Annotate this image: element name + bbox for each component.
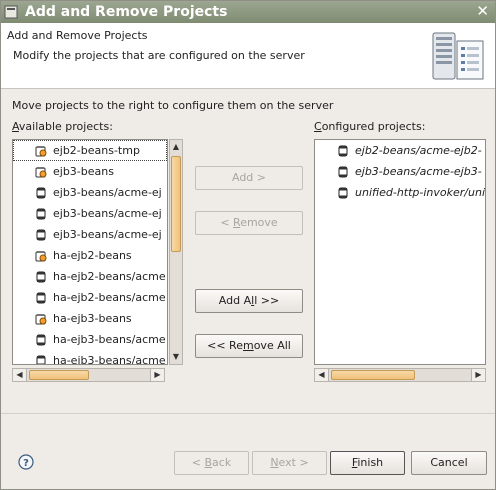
scroll-thumb[interactable] xyxy=(29,370,89,380)
jar-module-icon xyxy=(36,229,46,241)
available-label-text: vailable projects: xyxy=(18,120,113,133)
list-item-label: ha-ejb2-beans/acme xyxy=(53,270,166,283)
list-item[interactable]: ha-ejb3-beans/acme xyxy=(13,350,167,365)
jar-module-icon xyxy=(338,166,348,178)
jar-module-icon xyxy=(36,334,46,346)
list-item[interactable]: ejb2-beans/acme-ejb2- xyxy=(315,140,485,161)
cancel-button[interactable]: Cancel xyxy=(411,451,487,475)
add-all-button-suffix: l >> xyxy=(254,294,280,307)
configured-projects-label: Configured projects: xyxy=(314,120,425,133)
available-label-accel: A xyxy=(12,120,19,133)
list-item-label: ha-ejb2-beans/acme xyxy=(53,291,166,304)
svg-text:?: ? xyxy=(23,458,29,469)
help-icon[interactable]: ? xyxy=(18,454,34,470)
title-bar[interactable]: Add and Remove Projects ✕ xyxy=(1,1,495,23)
jar-module-icon xyxy=(36,187,46,199)
list-item-label: ha-ejb3-beans xyxy=(53,312,132,325)
window-title: Add and Remove Projects xyxy=(25,4,228,20)
footer-divider xyxy=(1,413,495,414)
jar-module-icon xyxy=(36,355,46,364)
back-button[interactable]: < Back xyxy=(174,451,249,475)
list-item-label: ha-ejb2-beans xyxy=(53,249,132,262)
remove-button[interactable]: < Remove xyxy=(195,211,303,235)
jar-module-icon xyxy=(36,208,46,220)
next-button[interactable]: Next > xyxy=(252,451,327,475)
header-title: Add and Remove Projects xyxy=(7,29,148,42)
wizard-header: Add and Remove Projects Modify the proje… xyxy=(1,23,495,89)
list-item[interactable]: unified-http-invoker/uni xyxy=(315,182,485,203)
scroll-thumb[interactable] xyxy=(331,370,415,380)
configured-horizontal-scrollbar[interactable]: ◀ ▶ xyxy=(314,368,486,382)
scroll-left-icon[interactable]: ◀ xyxy=(315,369,329,381)
remove-all-button-suffix: ove All xyxy=(253,339,291,352)
scroll-down-icon[interactable]: ▼ xyxy=(170,350,182,364)
jar-module-icon xyxy=(36,292,46,304)
list-item[interactable]: ha-ejb2-beans/acme xyxy=(13,287,167,308)
list-item-label: unified-http-invoker/uni xyxy=(355,186,486,199)
next-button-accel: N xyxy=(270,456,279,469)
add-button[interactable]: Add > xyxy=(195,166,303,190)
list-item[interactable]: ejb2-beans-tmp xyxy=(13,140,167,161)
list-item[interactable]: ejb3-beans/acme-ej xyxy=(13,182,167,203)
list-item[interactable]: ha-ejb2-beans/acme xyxy=(13,266,167,287)
scroll-right-icon[interactable]: ▶ xyxy=(150,369,164,381)
back-button-accel: B xyxy=(204,456,213,469)
ear-project-icon xyxy=(35,167,47,178)
scroll-up-icon[interactable]: ▲ xyxy=(170,140,182,154)
configured-projects-list[interactable]: ejb2-beans/acme-ejb2- ejb3-beans/acme-ej… xyxy=(314,139,486,365)
configured-label-text: onfigured projects: xyxy=(321,120,426,133)
scroll-left-icon[interactable]: ◀ xyxy=(13,369,27,381)
add-all-button-prefix: Add A xyxy=(218,294,252,307)
remove-button-prefix: < xyxy=(220,216,234,229)
list-item-label: ejb3-beans/acme-ejb3- xyxy=(355,165,482,178)
jar-module-icon xyxy=(338,187,348,199)
list-item[interactable]: ejb3-beans/acme-ej xyxy=(13,224,167,245)
list-item-label: ejb3-beans/acme-ej xyxy=(53,207,162,220)
list-item[interactable]: ejb3-beans/acme-ejb3- xyxy=(315,161,485,182)
list-item[interactable]: ha-ejb2-beans xyxy=(13,245,167,266)
back-button-prefix: < xyxy=(191,456,205,469)
available-projects-label: Available projects: xyxy=(12,120,113,133)
dialog-window: Add and Remove Projects ✕ Add and Remove… xyxy=(0,0,496,490)
remove-all-button-accel: m xyxy=(242,339,254,352)
finish-button-suffix: inish xyxy=(357,456,384,469)
available-projects-list[interactable]: ejb2-beans-tmp ejb3-beans ejb3-beans/acm… xyxy=(12,139,168,365)
back-button-suffix: ack xyxy=(212,456,232,469)
available-vertical-scrollbar[interactable]: ▲ ▼ xyxy=(169,139,183,365)
remove-all-button[interactable]: << Remove All xyxy=(195,334,303,358)
scroll-right-icon[interactable]: ▶ xyxy=(471,369,485,381)
list-item[interactable]: ha-ejb3-beans/acme xyxy=(13,329,167,350)
configured-label-accel: C xyxy=(314,120,322,133)
add-all-button[interactable]: Add All >> xyxy=(195,289,303,313)
window-menu-icon[interactable] xyxy=(4,5,18,19)
remove-button-suffix: emove xyxy=(240,216,278,229)
jar-module-icon xyxy=(338,145,348,157)
available-horizontal-scrollbar[interactable]: ◀ ▶ xyxy=(12,368,165,382)
list-item[interactable]: ejb3-beans xyxy=(13,161,167,182)
ear-project-icon xyxy=(35,146,47,157)
scroll-thumb[interactable] xyxy=(171,156,181,252)
server-icon xyxy=(432,32,484,80)
finish-button[interactable]: Finish xyxy=(330,451,405,475)
ear-project-icon xyxy=(35,314,47,325)
jar-module-icon xyxy=(36,271,46,283)
header-description: Modify the projects that are configured … xyxy=(13,49,305,62)
list-item[interactable]: ejb3-beans/acme-ej xyxy=(13,203,167,224)
list-item-label: ejb3-beans/acme-ej xyxy=(53,228,162,241)
instruction-text: Move projects to the right to configure … xyxy=(12,99,334,112)
close-icon[interactable]: ✕ xyxy=(476,2,489,20)
list-item-label: ejb3-beans/acme-ej xyxy=(53,186,162,199)
list-item-label: ha-ejb3-beans/acme xyxy=(53,354,166,365)
list-item[interactable]: ha-ejb3-beans xyxy=(13,308,167,329)
list-item-label: ejb3-beans xyxy=(53,165,114,178)
ear-project-icon xyxy=(35,251,47,262)
list-item-label: ejb2-beans-tmp xyxy=(53,144,140,157)
list-item-label: ejb2-beans/acme-ejb2- xyxy=(355,144,482,157)
list-item-label: ha-ejb3-beans/acme xyxy=(53,333,166,346)
next-button-suffix: ext > xyxy=(278,456,309,469)
remove-all-button-prefix: << Re xyxy=(207,339,243,352)
